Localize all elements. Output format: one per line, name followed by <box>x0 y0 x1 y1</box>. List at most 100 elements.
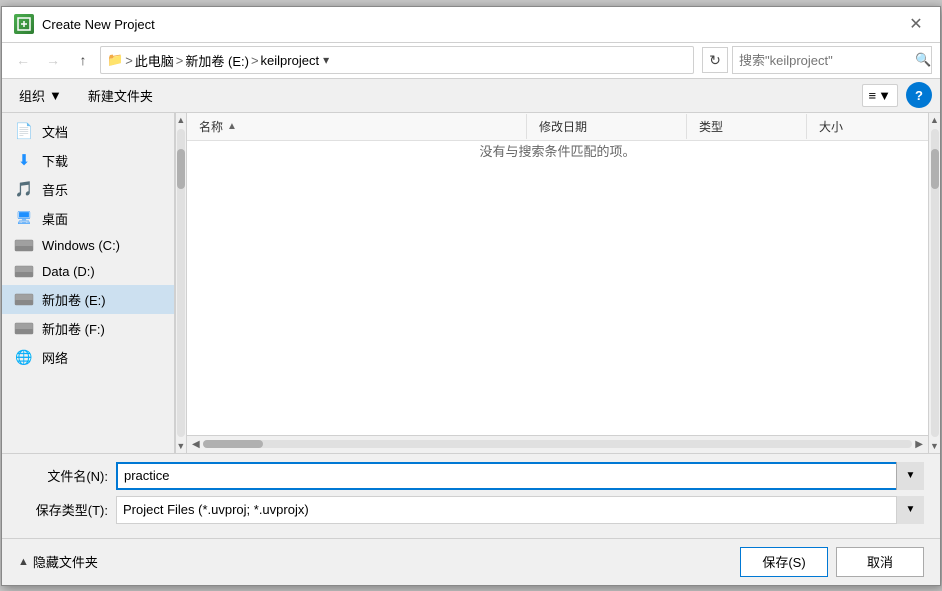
organize-label: 组织 <box>19 86 45 105</box>
new-folder-button[interactable]: 新建文件夹 <box>79 82 162 109</box>
sidebar-item-music[interactable]: 🎵 音乐 <box>2 175 174 204</box>
h-scroll-right[interactable]: ▶ <box>912 439 926 450</box>
sidebar-item-drive-f[interactable]: 新加卷 (F:) <box>2 314 174 343</box>
filetype-select[interactable]: Project Files (*.uvproj; *.uvprojx) <box>116 496 924 524</box>
back-button[interactable]: ← <box>10 47 36 73</box>
toolbar: 组织 ▼ 新建文件夹 ≡ ▼ ? <box>2 79 940 113</box>
path-segment-drive: 新加卷 (E:) <box>185 51 249 70</box>
file-scroll-area: 没有与搜索条件匹配的项。 <box>187 141 928 435</box>
nav-bar: ← → ↑ 📁 > 此电脑 > 新加卷 (E:) > keilproject ▾… <box>2 43 940 79</box>
h-scroll-left[interactable]: ◀ <box>189 439 203 450</box>
search-input[interactable] <box>739 53 915 68</box>
path-sep-1: > <box>125 53 133 68</box>
column-name-label: 名称 <box>199 118 223 135</box>
sidebar-scroll-up[interactable]: ▲ <box>176 113 185 127</box>
filename-input[interactable] <box>116 462 924 490</box>
column-size[interactable]: 大小 <box>807 114 928 139</box>
path-bar[interactable]: 📁 > 此电脑 > 新加卷 (E:) > keilproject ▾ <box>100 46 694 74</box>
drive-c-icon <box>14 238 34 254</box>
action-area: ▲ 隐藏文件夹 保存(S) 取消 <box>2 538 940 585</box>
forward-button[interactable]: → <box>40 47 66 73</box>
sidebar-label-drive-e: 新加卷 (E:) <box>42 290 106 309</box>
file-area: 名称 ▲ 修改日期 类型 大小 没有与搜索条件匹配的项。 <box>187 113 928 453</box>
sidebar-item-drive-c[interactable]: Windows (C:) <box>2 233 174 259</box>
file-scroll-up[interactable]: ▲ <box>930 113 939 127</box>
search-box: 🔍 <box>732 46 932 74</box>
view-button[interactable]: ≡ ▼ <box>862 84 898 107</box>
sidebar-label-music: 音乐 <box>42 180 68 199</box>
app-icon <box>14 14 34 34</box>
column-type[interactable]: 类型 <box>687 114 807 139</box>
sidebar-scroll-track <box>177 129 185 437</box>
organize-arrow-icon: ▼ <box>49 88 62 103</box>
sidebar-label-network: 网络 <box>42 348 68 367</box>
filename-row: 文件名(N): ▼ <box>18 462 924 490</box>
refresh-button[interactable]: ↻ <box>702 47 728 73</box>
drive-e-icon <box>14 291 34 307</box>
desktop-icon: 🖥 <box>14 210 34 226</box>
sidebar-label-docs: 文档 <box>42 122 68 141</box>
network-icon: 🌐 <box>14 349 34 365</box>
sidebar-scrollbar: ▲ ▼ <box>175 113 186 453</box>
bottom-form-area: 文件名(N): ▼ 保存类型(T): Project Files (*.uvpr… <box>2 453 940 538</box>
cancel-label: 取消 <box>867 552 893 571</box>
h-scrollbar: ◀ ▶ <box>187 435 928 453</box>
sidebar-item-downloads[interactable]: ⬇ 下载 <box>2 146 174 175</box>
sidebar-scroll-down[interactable]: ▼ <box>176 439 185 453</box>
new-folder-label: 新建文件夹 <box>88 86 153 105</box>
path-segment-computer-label: 此电脑 <box>135 51 174 70</box>
save-button[interactable]: 保存(S) <box>740 547 828 577</box>
hide-folder-button[interactable]: ▲ 隐藏文件夹 <box>18 552 98 571</box>
hide-folder-icon: ▲ <box>18 556 29 568</box>
sidebar-label-desktop: 桌面 <box>42 209 68 228</box>
hide-folder-label: 隐藏文件夹 <box>33 552 98 571</box>
file-area-wrapper: 名称 ▲ 修改日期 类型 大小 没有与搜索条件匹配的项。 <box>187 113 940 453</box>
help-button[interactable]: ? <box>906 82 932 108</box>
view-arrow-icon: ▼ <box>878 88 891 103</box>
file-empty-message: 没有与搜索条件匹配的项。 <box>187 141 928 160</box>
h-scroll-thumb[interactable] <box>203 440 263 448</box>
sidebar-label-drive-c: Windows (C:) <box>42 238 120 253</box>
filename-input-wrapper: ▼ <box>116 462 924 490</box>
drive-d-icon <box>14 264 34 280</box>
sidebar-item-drive-d[interactable]: Data (D:) <box>2 259 174 285</box>
sidebar: 📄 文档 ⬇ 下载 🎵 音乐 <box>2 113 175 453</box>
create-new-project-dialog: Create New Project ✕ ← → ↑ 📁 > 此电脑 > 新加卷… <box>1 6 941 586</box>
path-dropdown-button[interactable]: ▾ <box>323 53 329 67</box>
column-type-label: 类型 <box>699 120 723 134</box>
column-date-label: 修改日期 <box>539 120 587 134</box>
file-header: 名称 ▲ 修改日期 类型 大小 <box>187 113 928 141</box>
search-icon: 🔍 <box>915 52 931 68</box>
title-bar-left: Create New Project <box>14 14 155 34</box>
path-sep-3: > <box>251 53 259 68</box>
column-date[interactable]: 修改日期 <box>527 114 687 139</box>
view-label: ≡ <box>869 88 877 103</box>
filename-dropdown-arrow[interactable]: ▼ <box>896 462 924 490</box>
organize-button[interactable]: 组织 ▼ <box>10 82 71 109</box>
sidebar-scroll-thumb[interactable] <box>177 149 185 189</box>
close-button[interactable]: ✕ <box>904 12 928 36</box>
filetype-row: 保存类型(T): Project Files (*.uvproj; *.uvpr… <box>18 496 924 524</box>
filetype-label: 保存类型(T): <box>18 500 108 519</box>
title-bar: Create New Project ✕ <box>2 7 940 43</box>
sidebar-item-network[interactable]: 🌐 网络 <box>2 343 174 372</box>
file-scroll-down[interactable]: ▼ <box>930 439 939 453</box>
empty-message-text: 没有与搜索条件匹配的项。 <box>479 141 635 160</box>
cancel-button[interactable]: 取消 <box>836 547 924 577</box>
sidebar-label-drive-f: 新加卷 (F:) <box>42 319 105 338</box>
sidebar-label-downloads: 下载 <box>42 151 68 170</box>
filetype-select-wrapper: Project Files (*.uvproj; *.uvprojx) ▼ <box>116 496 924 524</box>
sidebar-item-desktop[interactable]: 🖥 桌面 <box>2 204 174 233</box>
drive-f-icon <box>14 320 34 336</box>
file-scroll-thumb[interactable] <box>931 149 939 189</box>
path-sep-2: > <box>176 53 184 68</box>
save-label: 保存(S) <box>762 552 805 571</box>
up-button[interactable]: ↑ <box>70 47 96 73</box>
sidebar-item-docs[interactable]: 📄 文档 <box>2 117 174 146</box>
filename-label: 文件名(N): <box>18 466 108 485</box>
column-name[interactable]: 名称 ▲ <box>187 114 527 139</box>
h-scroll-track <box>203 440 913 448</box>
docs-icon: 📄 <box>14 123 34 139</box>
sidebar-item-drive-e[interactable]: 新加卷 (E:) <box>2 285 174 314</box>
sort-indicator: ▲ <box>227 121 237 132</box>
